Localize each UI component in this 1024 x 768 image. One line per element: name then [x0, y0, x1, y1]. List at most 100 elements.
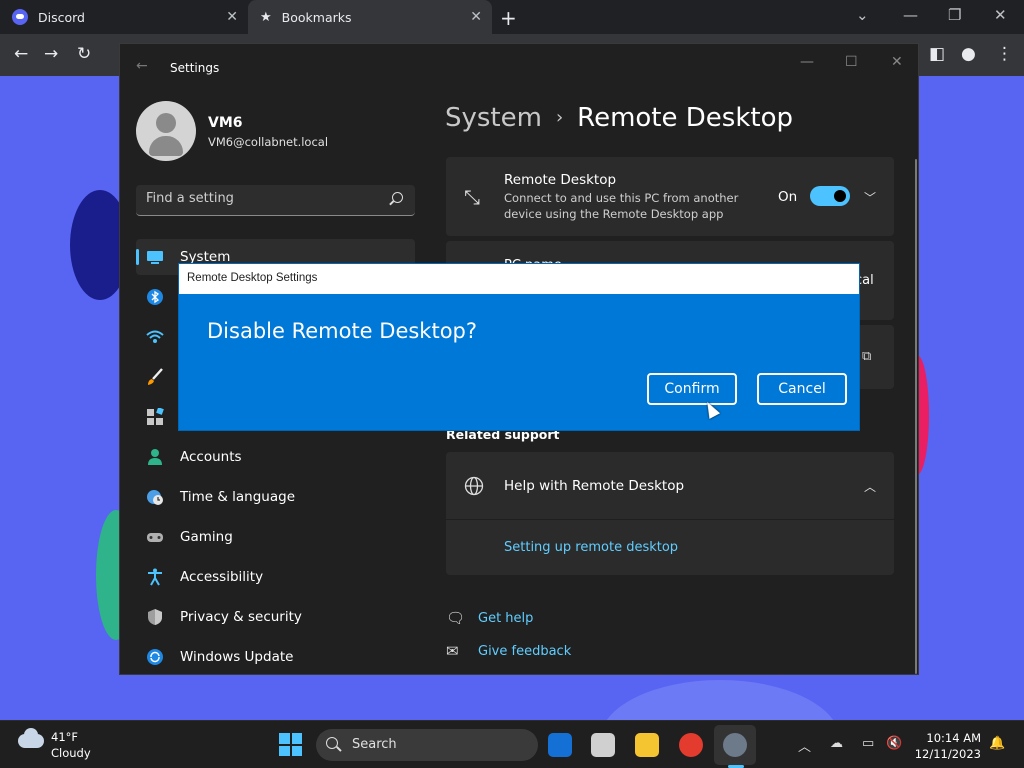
- back-arrow-icon[interactable]: ←: [136, 58, 148, 74]
- taskbar-search[interactable]: Search: [316, 729, 538, 761]
- menu-icon[interactable]: ⋮: [996, 44, 1013, 64]
- sidebar-item-label: System: [180, 249, 231, 265]
- cancel-button[interactable]: Cancel: [757, 373, 847, 405]
- network-off-icon[interactable]: ☁: [830, 736, 843, 751]
- close-icon[interactable]: ✕: [891, 54, 903, 70]
- weather-temp[interactable]: 41°F: [51, 730, 78, 744]
- discord-icon: [12, 9, 28, 25]
- start-button[interactable]: [279, 733, 302, 756]
- globe-clock-icon: [147, 490, 163, 505]
- restore-icon[interactable]: ❐: [948, 6, 961, 24]
- chevron-down-icon[interactable]: ﹀: [864, 189, 876, 206]
- remote-desktop-card[interactable]: ⤡ Remote Desktop Connect to and use this…: [446, 157, 894, 236]
- bluetooth-icon: [147, 289, 163, 305]
- back-icon[interactable]: ←: [14, 44, 28, 64]
- notification-bell-icon[interactable]: 🔔: [989, 736, 1005, 751]
- sidebar-item-privacy-security[interactable]: Privacy & security: [136, 599, 415, 635]
- page-title: System › Remote Desktop: [445, 103, 793, 133]
- tab-label: Discord: [38, 9, 85, 25]
- tab-bookmarks[interactable]: ★ Bookmarks ✕: [248, 0, 492, 34]
- accessibility-icon: [148, 568, 162, 586]
- weather-condition[interactable]: Cloudy: [51, 746, 91, 760]
- confirm-button[interactable]: Confirm: [647, 373, 737, 405]
- find-setting-search[interactable]: [136, 185, 415, 216]
- tab-search-icon[interactable]: ⌄: [856, 6, 869, 24]
- external-link-icon: ⧉: [862, 349, 872, 364]
- sidebar-item-label: Gaming: [180, 529, 233, 545]
- globe-icon: [464, 476, 484, 496]
- search-icon[interactable]: [392, 192, 403, 203]
- forward-icon[interactable]: →: [44, 44, 58, 64]
- chevron-up-icon[interactable]: ︿: [798, 736, 811, 755]
- chrome-icon[interactable]: [679, 733, 703, 757]
- close-tab-icon[interactable]: ✕: [226, 9, 238, 25]
- wifi-icon: [146, 330, 164, 343]
- get-help-icon: 🗨: [446, 609, 466, 627]
- tab-discord[interactable]: Discord ✕: [0, 0, 248, 34]
- sidebar-item-time-language[interactable]: Time & language: [136, 479, 415, 515]
- edge-icon[interactable]: [548, 733, 572, 757]
- give-feedback-link[interactable]: Give feedback: [478, 644, 571, 659]
- dialog-titlebar: Remote Desktop Settings: [179, 264, 859, 294]
- tab-label: Bookmarks: [281, 9, 352, 25]
- sidebar-item-label: Time & language: [180, 489, 296, 505]
- user-name: VM6: [208, 115, 243, 131]
- sidebar-item-label: Accessibility: [180, 569, 264, 585]
- divider: [446, 519, 894, 520]
- avatar[interactable]: [136, 101, 196, 161]
- monitor-icon: [147, 251, 163, 264]
- help-title[interactable]: Help with Remote Desktop: [504, 478, 684, 494]
- chevron-up-icon[interactable]: ︿: [864, 478, 876, 495]
- scrollbar[interactable]: [915, 159, 917, 674]
- dialog-question: Disable Remote Desktop?: [207, 319, 478, 343]
- sidebar-item-label: Accounts: [180, 449, 242, 465]
- taskbar: 41°F Cloudy Search ︿ ☁ ▭ 🔇 10:14 AM 12/1…: [0, 720, 1024, 768]
- minimize-icon[interactable]: —: [800, 54, 814, 70]
- help-card: Help with Remote Desktop ︿ Setting up re…: [446, 452, 894, 575]
- sidebar-item-windows-update[interactable]: Windows Update: [136, 639, 415, 674]
- search-input[interactable]: [146, 191, 376, 206]
- feedback-icon: ✉: [446, 642, 459, 660]
- browser-tabstrip: Discord ✕ ★ Bookmarks ✕ + ⌄ — ❐ ✕: [0, 0, 1024, 34]
- sidebar-item-accessibility[interactable]: Accessibility: [136, 559, 415, 595]
- remote-desktop-toggle[interactable]: [810, 186, 850, 206]
- chevron-right-icon: ›: [555, 107, 564, 128]
- file-explorer-icon[interactable]: [635, 733, 659, 757]
- breadcrumb-parent[interactable]: System: [445, 103, 542, 133]
- search-icon: [326, 737, 338, 749]
- taskbar-search-label: Search: [352, 737, 397, 752]
- side-panel-icon[interactable]: ◧: [929, 44, 945, 64]
- remote-desktop-description: Connect to and use this PC from another …: [504, 191, 739, 221]
- get-help-link[interactable]: Get help: [478, 611, 533, 626]
- clock-time: 10:14 AM: [926, 731, 981, 745]
- close-window-icon[interactable]: ✕: [994, 6, 1007, 24]
- cloud-icon[interactable]: [18, 728, 44, 748]
- remote-desktop-settings-dialog: Remote Desktop Settings Disable Remote D…: [179, 264, 859, 430]
- profile-icon[interactable]: ●: [961, 44, 976, 64]
- gamepad-icon: [147, 533, 163, 542]
- person-icon: [148, 449, 162, 465]
- clock-date: 12/11/2023: [914, 747, 981, 761]
- close-tab-icon[interactable]: ✕: [470, 9, 482, 25]
- sidebar-item-accounts[interactable]: Accounts: [136, 439, 415, 475]
- brush-icon: [148, 368, 163, 385]
- setting-up-remote-desktop-link[interactable]: Setting up remote desktop: [504, 540, 678, 555]
- maximize-icon[interactable]: ☐: [845, 54, 858, 70]
- update-icon: [147, 649, 163, 665]
- sidebar-item-label: Privacy & security: [180, 609, 302, 625]
- new-tab-button[interactable]: +: [500, 6, 517, 30]
- minimize-icon[interactable]: —: [903, 6, 918, 24]
- user-email: VM6@collabnet.local: [208, 135, 329, 149]
- volume-muted-icon[interactable]: 🔇: [886, 736, 902, 751]
- reload-icon[interactable]: ↻: [77, 44, 91, 64]
- clock[interactable]: 10:14 AM 12/11/2023: [915, 730, 981, 762]
- dialog-title: Remote Desktop Settings: [187, 272, 318, 284]
- star-icon: ★: [260, 9, 272, 25]
- settings-gear-icon[interactable]: [723, 733, 747, 757]
- breadcrumb-current: Remote Desktop: [577, 103, 793, 133]
- window-title: Settings: [170, 61, 220, 75]
- display-icon[interactable]: ▭: [862, 736, 874, 751]
- task-view-icon[interactable]: [591, 733, 615, 757]
- sidebar-item-gaming[interactable]: Gaming: [136, 519, 415, 555]
- remote-desktop-title: Remote Desktop: [504, 172, 617, 188]
